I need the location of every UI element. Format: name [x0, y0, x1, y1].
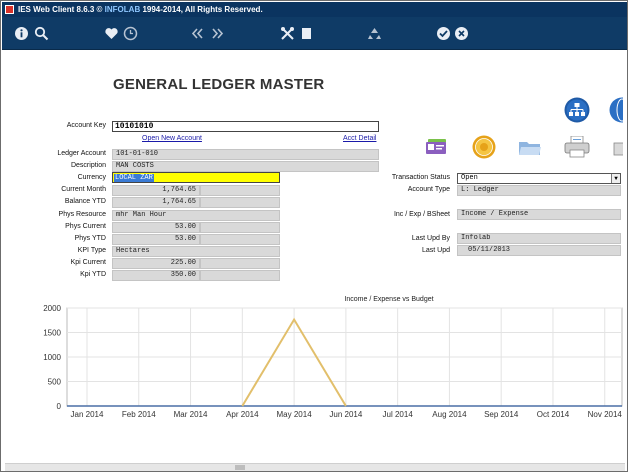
transaction-status-value: Open: [461, 174, 478, 182]
kpi-current-field: 225.00: [112, 258, 200, 269]
description-field: MAN COSTS: [112, 161, 379, 172]
kpi-ytd-label: Kpi YTD: [80, 271, 106, 278]
open-new-account-link[interactable]: Open New Account: [142, 135, 202, 142]
currency-label: Currency: [77, 174, 106, 181]
balance-ytd-label: Balance YTD: [64, 198, 106, 205]
ledger-account-field: 101-01-010: [112, 149, 379, 160]
toolbar: [2, 17, 627, 50]
last-upd-by-field: Infolab: [457, 233, 621, 244]
phys-resource-label: Phys Resource: [58, 211, 106, 218]
history-icon[interactable]: [123, 26, 138, 41]
chart-x-tick-label: Feb 2014: [122, 410, 156, 419]
kpi-ytd-field: 350.00: [112, 270, 200, 281]
phys-resource-field: mhr Man Hour: [112, 210, 280, 221]
account-key-label: Account Key: [66, 122, 106, 129]
more-icon[interactable]: [612, 139, 623, 157]
seal-icon[interactable]: [471, 135, 497, 159]
kpi-ytd-spacer: [200, 270, 280, 281]
current-month-label: Current Month: [61, 186, 106, 193]
kpi-type-label: KPI Type: [77, 247, 106, 254]
inc-exp-label: Inc / Exp / BSheet: [393, 211, 450, 218]
chart-x-tick-label: Jul 2014: [383, 410, 414, 419]
chart-x-tick-label: Jun 2014: [329, 410, 362, 419]
chevron-down-icon[interactable]: ▼: [611, 174, 620, 183]
recycle-icon[interactable]: [367, 26, 382, 41]
new-record-icon[interactable]: [299, 26, 314, 41]
chart-x-tick-label: Oct 2014: [537, 410, 570, 419]
transaction-status-select[interactable]: Open ▼: [457, 173, 621, 184]
chart-x-tick-label: Aug 2014: [432, 410, 467, 419]
kpi-current-label: Kpi Current: [70, 259, 106, 266]
account-key-input[interactable]: 10101010: [112, 121, 379, 132]
phys-ytd-field: 53.00: [112, 234, 200, 245]
inc-exp-field: Income / Expense: [457, 209, 621, 220]
id-card-icon[interactable]: [426, 139, 448, 155]
horizontal-scrollbar[interactable]: [5, 463, 625, 471]
last-upd-label: Last Upd: [421, 247, 450, 254]
chart-y-tick-label: 1500: [43, 329, 61, 338]
chart-x-tick-label: Nov 2014: [588, 410, 623, 419]
previous-icon[interactable]: [190, 26, 205, 41]
next-icon[interactable]: [210, 26, 225, 41]
phys-ytd-label: Phys YTD: [74, 235, 106, 242]
phys-current-field: 53.00: [112, 222, 200, 233]
description-label: Description: [70, 162, 106, 169]
printer-icon[interactable]: [564, 135, 590, 158]
chart-x-tick-label: Mar 2014: [174, 410, 208, 419]
account-type-label: Account Type: [407, 186, 450, 193]
chart-y-tick-label: 0: [57, 402, 62, 411]
acct-detail-link[interactable]: Acct Detail: [343, 135, 376, 142]
currency-field[interactable]: LOCAL ZAR: [112, 172, 280, 183]
app-logo-icon: [5, 5, 14, 14]
balance-ytd-field: 1,764.65: [112, 197, 200, 208]
balance-ytd-spacer: [200, 197, 280, 208]
chart-grid: [66, 307, 623, 407]
favorite-icon[interactable]: [104, 26, 119, 41]
info-icon[interactable]: [14, 26, 29, 41]
account-type-field: L: Ledger: [457, 185, 621, 196]
page-title: GENERAL LEDGER MASTER: [113, 76, 325, 93]
chart-y-axis: 0 500 1000 1500 2000: [43, 304, 61, 411]
ledger-account-label: Ledger Account: [57, 150, 106, 157]
title-suffix: 1994-2014, All Rights Reserved.: [140, 5, 263, 14]
chart-y-tick-label: 1000: [43, 353, 61, 362]
income-expense-chart: Income / Expense vs Budget 0 500 1000 1500 2…: [43, 296, 623, 419]
currency-value: LOCAL ZAR: [114, 174, 154, 182]
chart-x-tick-label: Jan 2014: [71, 410, 104, 419]
org-chart-icon[interactable]: [564, 97, 590, 123]
phys-current-label: Phys Current: [65, 223, 106, 230]
scrollbar-thumb[interactable]: [235, 465, 245, 470]
transaction-status-label: Transaction Status: [391, 174, 450, 181]
confirm-icon[interactable]: [436, 26, 451, 41]
title-prefix: IES Web Client 8.6.3 ©: [18, 5, 105, 14]
chart-x-tick-label: May 2014: [277, 410, 313, 419]
current-month-field: 1,764.65: [112, 185, 200, 196]
kpi-current-spacer: [200, 258, 280, 269]
chart-x-tick-label: Sep 2014: [484, 410, 519, 419]
title-company: INFOLAB: [104, 5, 141, 14]
chart-x-tick-label: Apr 2014: [226, 410, 259, 419]
last-upd-field: 05/11/2013: [457, 245, 621, 256]
folder-icon[interactable]: [518, 139, 542, 157]
phys-ytd-spacer: [200, 234, 280, 245]
kpi-type-field: Hectares: [112, 246, 280, 257]
chart-y-tick-label: 500: [48, 378, 62, 387]
chart-y-tick-label: 2000: [43, 304, 61, 313]
cancel-icon[interactable]: [454, 26, 469, 41]
chart-x-axis: Jan 2014 Feb 2014 Mar 2014 Apr 2014 May 2014…: [71, 410, 623, 419]
title-bar: IES Web Client 8.6.3 © INFOLAB 1994-2014…: [2, 2, 627, 17]
tools-icon[interactable]: [280, 26, 295, 41]
current-month-spacer: [200, 185, 280, 196]
search-icon[interactable]: [34, 26, 49, 41]
last-upd-by-label: Last Upd By: [411, 235, 450, 242]
phys-current-spacer: [200, 222, 280, 233]
globe-icon[interactable]: [609, 97, 623, 123]
chart-title: Income / Expense vs Budget: [344, 296, 433, 303]
